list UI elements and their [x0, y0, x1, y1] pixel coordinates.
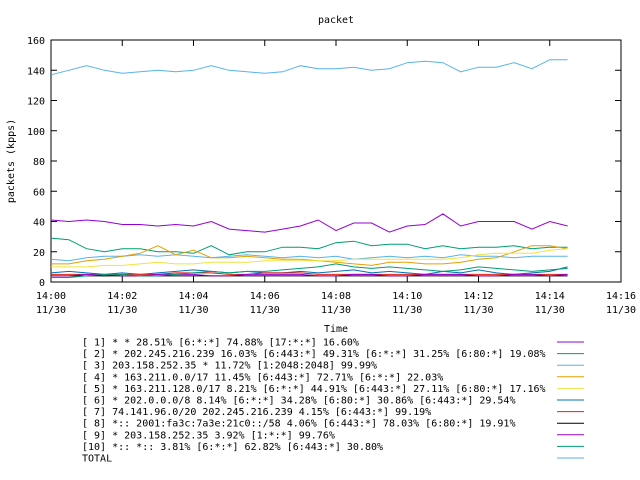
x-tick-time: 14:10	[392, 291, 422, 302]
legend-entry-label: TOTAL	[82, 454, 112, 465]
x-tick-time: 14:00	[36, 291, 66, 302]
legend-entry-label: [ 1] * * 28.51% [6:*:*] 74.88% [17:*:*] …	[82, 338, 359, 349]
y-tick-label: 80	[33, 157, 45, 168]
y-axis: 0 20 40 60 80 100 120 140 160	[27, 36, 621, 289]
y-tick-label: 40	[33, 218, 45, 229]
x-tick-time: 14:12	[463, 291, 493, 302]
packet-chart: packet packets (kpps) Time 0 20 40 60 80 100 1…	[6, 15, 636, 465]
x-tick-date: 11/30	[178, 305, 208, 316]
y-tick-label: 20	[33, 248, 45, 259]
x-tick-time: 14:14	[535, 291, 565, 302]
series-line	[50, 237, 568, 256]
series-line	[51, 248, 568, 268]
x-tick-time: 14:02	[107, 291, 137, 302]
x-tick-date: 11/30	[535, 305, 565, 316]
series-line	[50, 59, 568, 76]
legend-entry-label: [ 4] * 163.211.0.0/17 11.45% [6:443:*] 7…	[82, 372, 443, 383]
x-tick-time: 14:16	[606, 291, 636, 302]
y-tick-label: 140	[27, 66, 45, 77]
x-tick-time: 14:06	[250, 291, 280, 302]
series-line	[50, 213, 568, 233]
chart-title: packet	[318, 15, 354, 26]
y-tick-label: 60	[33, 187, 45, 198]
x-axis-label: Time	[324, 324, 348, 335]
series-lines	[50, 59, 568, 278]
legend-entry-label: [ 3] 203.158.252.35 * 11.72% [1:2048:204…	[82, 361, 377, 372]
y-tick-label: 0	[39, 278, 45, 289]
legend-entry-label: [ 2] * 202.245.216.239 16.03% [6:443:*] …	[82, 349, 546, 360]
legend: [ 1] * * 28.51% [6:*:*] 74.88% [17:*:*] …	[82, 338, 584, 465]
x-tick-date: 11/30	[250, 305, 280, 316]
x-tick-date: 11/30	[321, 305, 351, 316]
x-tick-time: 14:04	[178, 291, 208, 302]
x-tick-time: 14:08	[321, 291, 351, 302]
x-tick-date: 11/30	[107, 305, 137, 316]
x-tick-date: 11/30	[463, 305, 493, 316]
legend-entry-label: [ 8] *:: 2001:fa3c:7a3e:21c0::/58 4.06% …	[82, 419, 515, 430]
x-tick-date: 11/30	[606, 305, 636, 316]
legend-entry-label: [ 9] * 203.158.252.35 3.92% [1:*:*] 99.7…	[82, 430, 335, 441]
x-tick-date: 11/30	[392, 305, 422, 316]
y-axis-label: packets (kpps)	[6, 119, 17, 203]
x-tick-date: 11/30	[36, 305, 66, 316]
legend-entry-label: [ 6] * 202.0.0.0/8 8.14% [6:*:*] 34.28% …	[82, 396, 515, 407]
y-tick-label: 100	[27, 127, 45, 138]
legend-entry-label: [ 7] 74.141.96.0/20 202.245.216.239 4.15…	[82, 407, 431, 418]
y-tick-label: 160	[27, 36, 45, 47]
legend-entry-label: [10] *:: *:: 3.81% [6:*:*] 62.82% [6:443…	[82, 442, 383, 453]
legend-entry-label: [ 5] * 163.211.128.0/17 8.21% [6:*:*] 44…	[82, 384, 546, 395]
y-tick-label: 120	[27, 97, 45, 108]
